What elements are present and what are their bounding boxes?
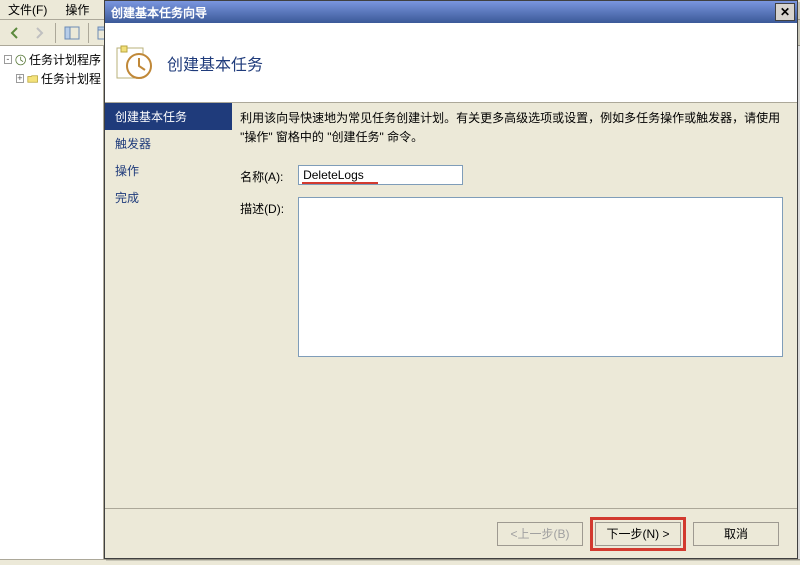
description-label: 描述(D): xyxy=(240,197,298,217)
wizard-help-text: 利用该向导快速地为常见任务创建计划。有关更多高级选项或设置，例如多任务操作或触发… xyxy=(240,109,783,147)
toolbar-separator xyxy=(88,23,89,43)
step-finish[interactable]: 完成 xyxy=(105,184,232,211)
collapse-icon[interactable]: - xyxy=(4,55,12,64)
wizard-banner-title: 创建基本任务 xyxy=(167,51,263,75)
wizard-title: 创建基本任务向导 xyxy=(111,4,207,21)
clock-icon xyxy=(15,53,26,67)
tree-pane: - 任务计划程序 + 任务计划程 xyxy=(0,46,104,559)
back-button: <上一步(B) xyxy=(497,522,583,546)
wizard-dialog: 创建基本任务向导 ✕ 创建基本任务 创建基本任务 触发器 操作 完成 利用该向导… xyxy=(104,0,798,559)
menu-file[interactable]: 文件(F) xyxy=(4,0,51,20)
close-icon[interactable]: ✕ xyxy=(775,3,795,21)
cancel-button[interactable]: 取消 xyxy=(693,522,779,546)
step-trigger[interactable]: 触发器 xyxy=(105,130,232,157)
task-icon xyxy=(115,44,153,82)
step-action[interactable]: 操作 xyxy=(105,157,232,184)
tree-child-label: 任务计划程 xyxy=(41,70,101,87)
wizard-banner: 创建基本任务 xyxy=(105,23,797,103)
next-button[interactable]: 下一步(N) > xyxy=(595,522,681,546)
tree-child[interactable]: + 任务计划程 xyxy=(2,69,101,88)
tree-root-label: 任务计划程序 xyxy=(29,51,101,68)
toolbar-separator xyxy=(55,23,56,43)
toolbar-panel-icon[interactable] xyxy=(61,22,83,44)
toolbar-back-icon[interactable] xyxy=(4,22,26,44)
expand-icon[interactable]: + xyxy=(16,74,24,83)
wizard-form: 利用该向导快速地为常见任务创建计划。有关更多高级选项或设置，例如多任务操作或触发… xyxy=(232,103,797,508)
tree-root[interactable]: - 任务计划程序 xyxy=(2,50,101,69)
wizard-steps: 创建基本任务 触发器 操作 完成 xyxy=(105,103,232,508)
menu-action[interactable]: 操作 xyxy=(61,0,93,20)
wizard-button-bar: <上一步(B) 下一步(N) > 取消 xyxy=(105,508,797,558)
name-label: 名称(A): xyxy=(240,165,298,185)
toolbar-forward-icon[interactable] xyxy=(28,22,50,44)
wizard-titlebar: 创建基本任务向导 ✕ xyxy=(105,1,797,23)
step-create[interactable]: 创建基本任务 xyxy=(105,103,232,130)
name-input[interactable] xyxy=(298,165,463,185)
description-input[interactable] xyxy=(298,197,783,357)
status-bar xyxy=(0,559,800,565)
folder-icon xyxy=(27,72,38,86)
